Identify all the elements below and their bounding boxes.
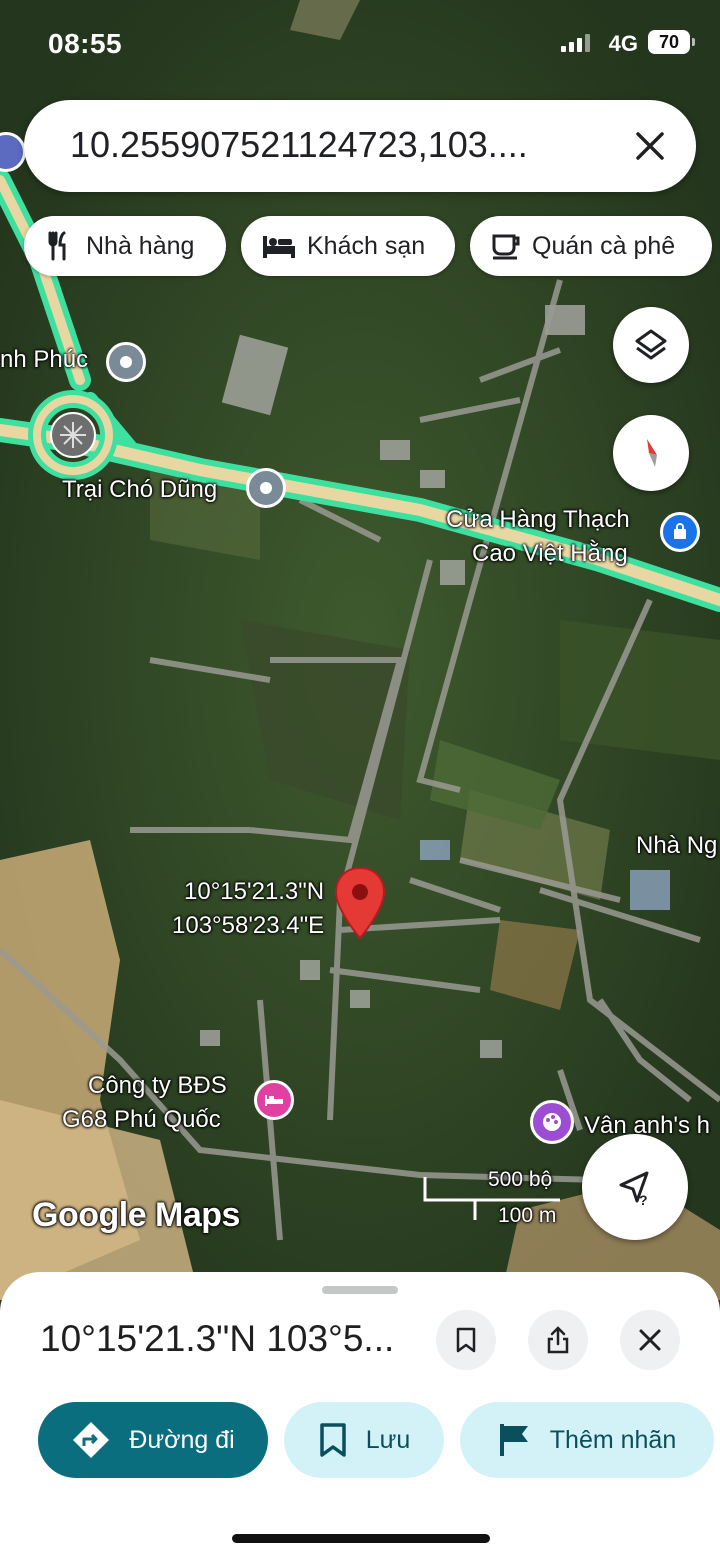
poi-marker-shop[interactable] xyxy=(660,512,700,552)
layers-button[interactable] xyxy=(613,307,689,383)
scale-feet: 500 bộ xyxy=(488,1168,553,1191)
google-maps-logo: Google Maps xyxy=(32,1196,240,1234)
save-button[interactable]: Lưu xyxy=(284,1402,444,1478)
chip-restaurant[interactable]: Nhà hàng xyxy=(24,216,226,276)
add-label-button[interactable]: Thêm nhãn xyxy=(460,1402,714,1478)
layers-icon xyxy=(635,329,667,360)
palette-icon xyxy=(543,1113,561,1131)
close-icon xyxy=(639,1329,661,1351)
signal-icon xyxy=(561,34,590,52)
close-icon[interactable] xyxy=(630,126,670,166)
compass-icon xyxy=(647,439,657,467)
close-sheet-button[interactable] xyxy=(620,1310,680,1370)
svg-text:?: ? xyxy=(639,1192,648,1208)
status-bar: 08:55 4G 70 xyxy=(0,0,720,90)
search-query[interactable]: 10.255907521124723,103.... xyxy=(70,124,528,166)
chip-label: Nhà hàng xyxy=(86,231,195,260)
chip-coffee[interactable]: Quán cà phê xyxy=(470,216,712,276)
dot-icon xyxy=(260,482,272,494)
satellite-map[interactable] xyxy=(0,0,720,1300)
place-title: 10°15'21.3"N 103°5... xyxy=(40,1318,395,1359)
place-label-trai-cho[interactable]: Trại Chó Dũng xyxy=(62,476,217,504)
directions-label: Đường đi xyxy=(129,1425,235,1454)
add-label-label: Thêm nhãn xyxy=(549,1425,677,1454)
save-icon-button[interactable] xyxy=(436,1310,496,1370)
scale-meters: 100 m xyxy=(498,1204,557,1227)
poi-marker-van-anh[interactable] xyxy=(530,1100,574,1144)
restaurant-icon xyxy=(48,231,66,261)
save-label: Lưu xyxy=(365,1425,411,1454)
place-label-cong-ty-1[interactable]: Công ty BĐS xyxy=(88,1072,227,1100)
pin-lat-label: 10°15'21.3"N xyxy=(184,878,325,905)
poi-marker-trai-cho[interactable] xyxy=(246,468,286,508)
home-indicator xyxy=(232,1534,490,1543)
chip-label: Quán cà phê xyxy=(532,231,676,260)
share-button[interactable] xyxy=(528,1310,588,1370)
status-time: 08:55 xyxy=(48,28,123,59)
place-label-nha-ng[interactable]: Nhà Ng xyxy=(636,832,717,860)
directions-button[interactable]: Đường đi xyxy=(38,1402,268,1478)
battery-level: 70 xyxy=(658,32,680,52)
coffee-icon xyxy=(492,234,520,260)
pin-lng-label: 103°58'23.4"E xyxy=(172,912,325,939)
sheet-drag-handle[interactable] xyxy=(322,1286,398,1294)
place-label-cua-hang-2[interactable]: Cao Việt Hằng xyxy=(472,540,628,568)
network-type: 4G xyxy=(608,31,638,56)
hotel-icon xyxy=(263,236,295,258)
poi-marker-cong-ty[interactable] xyxy=(254,1080,294,1120)
chip-label: Khách sạn xyxy=(307,231,426,260)
place-bottom-sheet[interactable]: 10°15'21.3"N 103°5... Đường đi Lưu Thêm … xyxy=(0,1272,720,1559)
directions-icon xyxy=(73,1422,110,1458)
search-box[interactable]: 10.255907521124723,103.... xyxy=(24,100,696,192)
shopping-bag-icon xyxy=(674,523,686,539)
dropped-pin-icon[interactable] xyxy=(334,866,386,940)
bookmark-icon xyxy=(319,1423,346,1457)
share-icon xyxy=(547,1326,569,1354)
place-label-phuc[interactable]: nh Phúc xyxy=(0,346,88,374)
poi-marker-phuc[interactable] xyxy=(106,342,146,382)
flag-icon xyxy=(499,1424,528,1456)
bed-icon xyxy=(265,1095,283,1106)
battery-icon: 70 xyxy=(648,30,695,54)
bookmark-icon xyxy=(456,1327,476,1353)
place-label-cua-hang-1[interactable]: Cửa Hàng Thạch xyxy=(446,506,630,534)
dot-icon xyxy=(120,356,132,368)
compass-button[interactable] xyxy=(613,415,689,491)
chip-hotel[interactable]: Khách sạn xyxy=(241,216,455,276)
navigation-question-icon: ? xyxy=(619,1171,649,1208)
place-label-cong-ty-2[interactable]: G68 Phú Quốc xyxy=(62,1106,221,1134)
my-location-button[interactable]: ? xyxy=(582,1134,688,1240)
